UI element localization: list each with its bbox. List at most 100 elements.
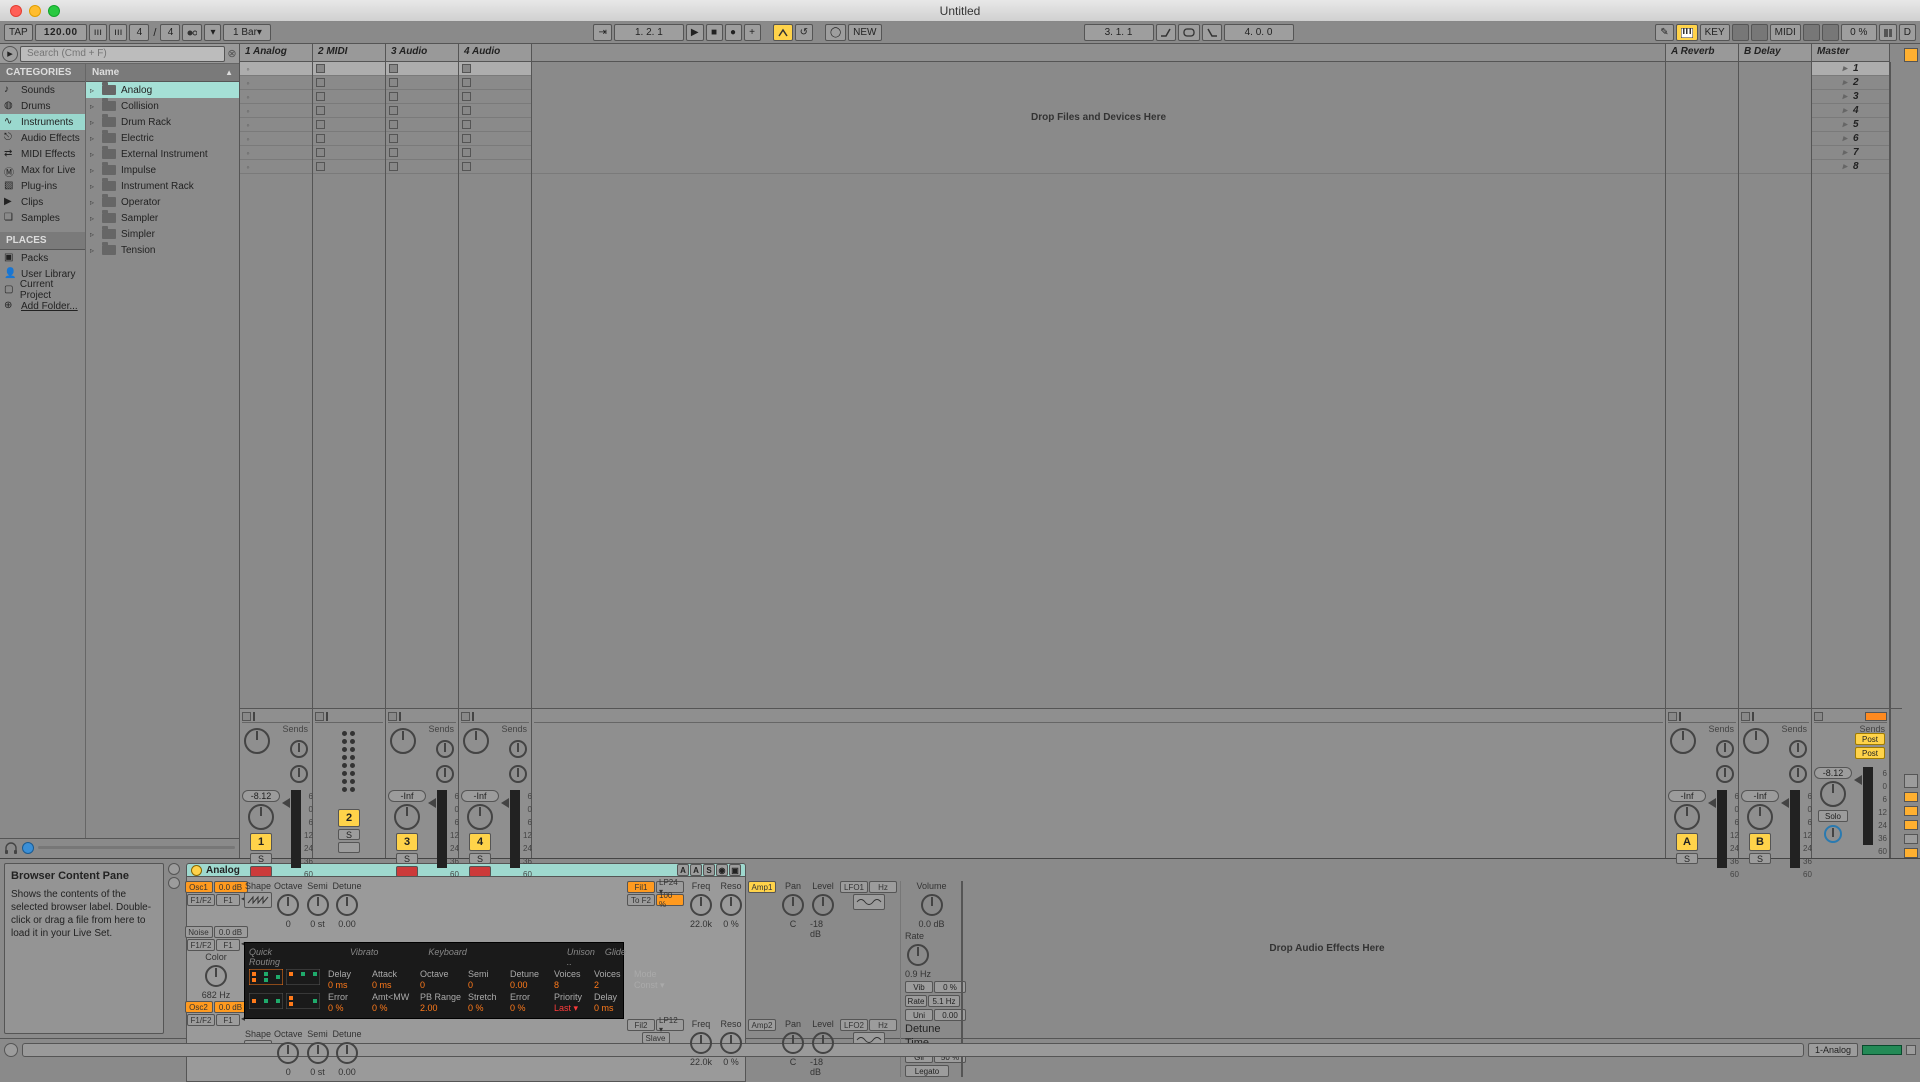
sends-section-button[interactable] [1904, 792, 1918, 802]
solo-button[interactable]: S [250, 853, 272, 864]
clip-slot[interactable] [313, 118, 385, 132]
draw-mode-button[interactable]: ✎ [1655, 24, 1673, 41]
clip-slot[interactable] [313, 104, 385, 118]
volume-knob[interactable] [394, 804, 420, 830]
punch-in-button[interactable] [1156, 24, 1176, 41]
osc1-semi-knob[interactable] [307, 894, 329, 916]
key-map-button[interactable]: KEY [1700, 24, 1730, 41]
track-header[interactable]: 2 MIDI [313, 44, 386, 62]
clip-view-button[interactable] [168, 863, 180, 875]
place-current-project[interactable]: ▢Current Project [0, 282, 85, 298]
clip-slot[interactable] [386, 104, 458, 118]
clip-slot[interactable] [313, 90, 385, 104]
help-button[interactable] [4, 1043, 18, 1057]
scene-slot[interactable]: ▸6 [1812, 132, 1889, 146]
clip-slot[interactable] [459, 62, 531, 76]
track-header[interactable]: 3 Audio [386, 44, 459, 62]
punch-out-button[interactable] [1202, 24, 1222, 41]
track-header[interactable]: 1 Analog [240, 44, 313, 62]
cue-volume-knob[interactable] [1824, 825, 1842, 843]
show-hide-button[interactable] [1906, 1045, 1916, 1055]
clip-slot[interactable]: ◦ [240, 90, 312, 104]
post-button[interactable]: Post [1855, 733, 1885, 745]
metronome-button[interactable] [182, 24, 202, 41]
solo-button[interactable]: S [396, 853, 418, 864]
fil1-tof2-amt[interactable]: 100 % [656, 894, 684, 906]
amp1-level-knob[interactable] [812, 894, 834, 916]
tempo-field[interactable]: 120.00 [35, 24, 87, 41]
stop-button[interactable]: ■ [706, 24, 723, 41]
track-activator[interactable]: 3 [396, 833, 418, 851]
drop-tracks-area[interactable]: Drop Files and Devices Here [532, 62, 1666, 708]
pan-knob[interactable] [244, 728, 270, 754]
fader[interactable] [1781, 798, 1789, 808]
osc2-level[interactable]: 0.0 dB [214, 1001, 248, 1013]
volume-knob[interactable] [921, 894, 943, 916]
scene-slot[interactable]: ▸5 [1812, 118, 1889, 132]
arm-button[interactable] [469, 866, 491, 877]
track-activator[interactable]: 4 [469, 833, 491, 851]
legato-button[interactable]: Legato [905, 1065, 949, 1077]
place-add-folder---[interactable]: ⊕Add Folder... [0, 298, 85, 314]
tap-tempo-button[interactable]: TAP [4, 24, 33, 41]
clip-slot[interactable] [386, 160, 458, 174]
color-knob[interactable] [205, 965, 227, 987]
fader[interactable] [1708, 798, 1716, 808]
quantization-menu[interactable]: 1 Bar ▾ [223, 24, 271, 41]
clip-slot[interactable] [459, 132, 531, 146]
scene-slot[interactable]: ▸7 [1812, 146, 1889, 160]
send-a-knob[interactable] [436, 740, 454, 758]
io-section-button[interactable] [1904, 774, 1918, 788]
scene-slot[interactable]: ▸8 [1812, 160, 1889, 174]
category-plug-ins[interactable]: ▧Plug-ins [0, 178, 85, 194]
amp2-level-knob[interactable] [812, 1032, 834, 1054]
osc2-detune-knob[interactable] [336, 1042, 358, 1064]
computer-midi-keyboard-button[interactable] [1676, 24, 1698, 41]
scene-slot[interactable]: ▸1 [1812, 62, 1889, 76]
send-b-knob[interactable] [1789, 765, 1807, 783]
stop-all-button[interactable] [1865, 712, 1887, 721]
follow-button[interactable]: ⇥ [593, 24, 611, 41]
device-hotswap-button[interactable]: ◉ [716, 864, 728, 876]
arm-button[interactable] [396, 866, 418, 877]
osc1-filter-sel[interactable]: F1 [216, 894, 240, 906]
osc1-button[interactable]: Osc1 [185, 881, 213, 893]
quick-routing-icons[interactable] [249, 969, 320, 1014]
noise-filter-sel[interactable]: F1 [216, 939, 240, 951]
category-max-for-live[interactable]: ⓂMax for Live [0, 162, 85, 178]
clip-slot[interactable] [313, 62, 385, 76]
return-header[interactable]: B Delay [1739, 44, 1812, 62]
stop-clips-button[interactable] [461, 712, 470, 721]
place-packs[interactable]: ▣Packs [0, 250, 85, 266]
category-drums[interactable]: ◍Drums [0, 98, 85, 114]
scene-slot[interactable]: ▸4 [1812, 104, 1889, 118]
browser-item-sampler[interactable]: ▹Sampler [86, 210, 239, 226]
clip-slot[interactable]: ◦ [240, 118, 312, 132]
osc2-octave-knob[interactable] [277, 1042, 299, 1064]
preview-volume[interactable] [38, 846, 235, 849]
session-view-button[interactable] [1904, 48, 1918, 62]
clip-slot[interactable] [459, 104, 531, 118]
category-clips[interactable]: ▶Clips [0, 194, 85, 210]
send-a-knob[interactable] [290, 740, 308, 758]
clip-slot[interactable] [386, 90, 458, 104]
send-b-knob[interactable] [436, 765, 454, 783]
clip-slot[interactable] [386, 62, 458, 76]
clip-slot[interactable] [313, 76, 385, 90]
amp1-pan-knob[interactable] [782, 894, 804, 916]
time-sig-numerator[interactable]: 4 [129, 24, 149, 41]
fil1-button[interactable]: Fil1 [627, 881, 655, 893]
clip-slot[interactable]: ◦ [240, 132, 312, 146]
session-scrollbar[interactable] [1890, 62, 1902, 708]
time-sig-denominator[interactable]: 4 [160, 24, 180, 41]
clip-slot[interactable] [459, 90, 531, 104]
post-button-b[interactable]: Post [1855, 747, 1885, 759]
clip-slot[interactable] [459, 146, 531, 160]
send-a-knob[interactable] [1789, 740, 1807, 758]
scene-slot[interactable]: ▸2 [1812, 76, 1889, 90]
amp2-pan-knob[interactable] [782, 1032, 804, 1054]
stop-clips-button[interactable] [315, 712, 324, 721]
return-header[interactable]: A Reverb [1666, 44, 1739, 62]
volume-value[interactable]: -Inf [1668, 790, 1706, 802]
scene-slot[interactable]: ▸3 [1812, 90, 1889, 104]
